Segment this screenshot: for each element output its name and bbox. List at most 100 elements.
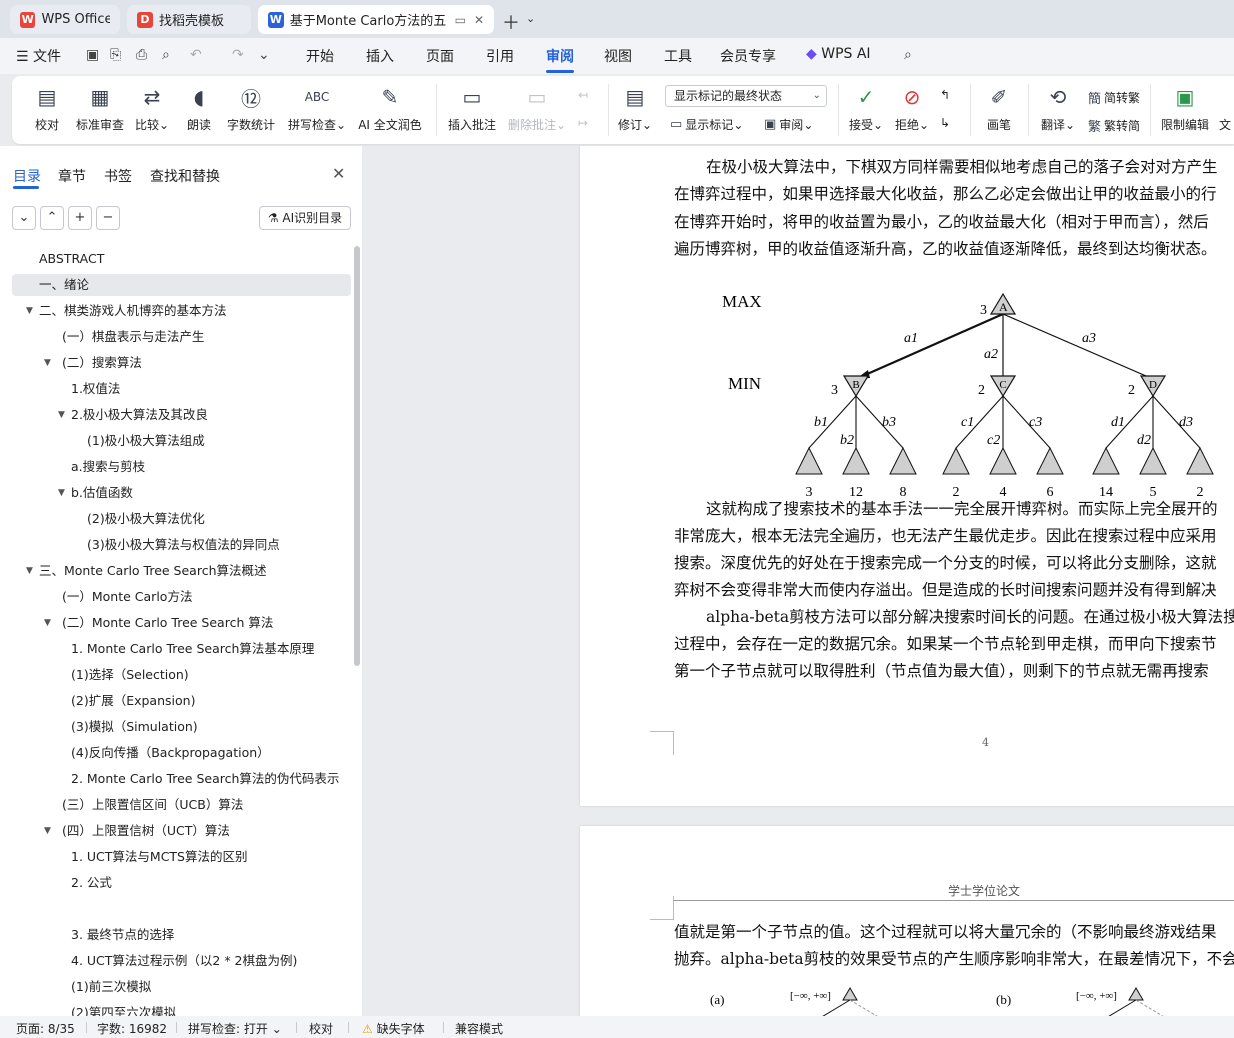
collapse-up-icon[interactable]: ⌃: [40, 206, 64, 230]
restrict-edit-button[interactable]: ▣ 限制编辑: [1160, 82, 1210, 133]
review-pane-button[interactable]: ▣ 审阅 ⌄: [764, 116, 813, 133]
menu-wps-ai[interactable]: ◆ WPS AI: [806, 46, 871, 62]
tab-bookmarks[interactable]: 书签: [104, 166, 132, 186]
to-simplified-button[interactable]: 繁繁转简: [1088, 116, 1140, 135]
remove-heading-icon[interactable]: −: [96, 206, 120, 230]
expand-arrow-icon[interactable]: ▼: [44, 820, 51, 842]
more-chevron-icon[interactable]: ⌄: [258, 47, 270, 63]
toc-item[interactable]: (3)极小极大算法与权值法的异同点: [87, 534, 280, 556]
next-comment-icon[interactable]: ↦: [578, 116, 588, 130]
std-review-button[interactable]: ▦ 标准审查: [74, 82, 126, 133]
translate-button[interactable]: ⟲ 翻译⌄: [1040, 82, 1076, 133]
toc-item[interactable]: (一）Monte Carlo方法: [62, 586, 192, 608]
redo-icon[interactable]: ↷: [232, 47, 244, 63]
previous-comment-icon[interactable]: ↤: [578, 88, 588, 102]
print-preview-icon[interactable]: ⌕: [162, 47, 170, 63]
previous-change-icon[interactable]: ↰: [940, 88, 950, 102]
toc-item[interactable]: (1)前三次模拟: [71, 976, 151, 998]
next-change-icon[interactable]: ↳: [940, 116, 950, 130]
toc-item[interactable]: (四）上限置信树（UCT）算法: [62, 820, 230, 842]
tab-template[interactable]: D 找稻壳模板: [127, 5, 251, 34]
tab-find-replace[interactable]: 查找和替换: [150, 166, 220, 186]
toc-item[interactable]: (二）Monte Carlo Tree Search 算法: [62, 612, 273, 634]
toc-item[interactable]: 2.极小极大算法及其改良: [71, 404, 208, 426]
expand-arrow-icon[interactable]: ▼: [58, 404, 65, 426]
markup-mode-select[interactable]: 显示标记的最终状态 ⌄: [665, 85, 827, 107]
tab-wps-office[interactable]: W WPS Office: [10, 5, 120, 34]
tab-sections[interactable]: 章节: [58, 166, 86, 186]
toc-item[interactable]: 二、棋类游戏人机博弈的基本方法: [39, 300, 227, 322]
document-page[interactable]: 行，而棋手为了使自己收益最大，必定会选择d列，最终评分为30，博弈达到均衡在极小…: [580, 146, 1234, 806]
monitor-icon[interactable]: ▭: [455, 13, 466, 27]
chevron-down-icon[interactable]: ⌄: [526, 12, 535, 25]
menu-insert[interactable]: 插入: [366, 46, 394, 66]
toc-item[interactable]: (3)模拟（Simulation): [71, 716, 198, 738]
menu-home[interactable]: 开始: [306, 46, 334, 66]
print-icon[interactable]: ⎙: [136, 47, 147, 63]
toc-item[interactable]: 一、绪论: [39, 274, 89, 296]
menu-member[interactable]: 会员专享: [720, 46, 776, 66]
spell-check-status[interactable]: 拼写检查: 打开 ⌄: [188, 1020, 282, 1037]
expand-arrow-icon[interactable]: ▼: [44, 612, 51, 634]
compare-button[interactable]: ⇄ 比较⌄: [134, 82, 170, 133]
toc-item[interactable]: (4)反向传播（Backpropagation）: [71, 742, 270, 764]
toc-item[interactable]: (一）棋盘表示与走法产生: [62, 326, 204, 348]
export-icon[interactable]: ⎘: [110, 47, 121, 63]
accept-button[interactable]: ✓ 接受⌄: [848, 82, 884, 133]
toc-scrollbar[interactable]: [354, 246, 360, 666]
missing-font-status[interactable]: ⚠ 缺失字体: [362, 1020, 425, 1037]
show-markup-button[interactable]: ▭ 显示标记 ⌄: [670, 116, 743, 133]
menu-review[interactable]: 审阅: [546, 46, 574, 66]
toc-item[interactable]: (二）搜索算法: [62, 352, 142, 374]
track-changes-button[interactable]: ▤ 修订⌄: [618, 82, 652, 133]
toc-item[interactable]: b.估值函数: [71, 482, 133, 504]
toc-item[interactable]: 3. 最终节点的选择: [71, 924, 174, 946]
tab-toc[interactable]: 目录: [13, 166, 41, 186]
ai-polish-button[interactable]: ✎ AI 全文润色: [356, 82, 424, 133]
toc-item[interactable]: 4. UCT算法过程示例（以2 * 2棋盘为例): [71, 950, 297, 972]
document-page[interactable]: 学士学位论文 值就是第一个子节点的值。这个过程就可以将大量冗余的（不影响最终游戏…: [580, 826, 1234, 1016]
insert-comment-button[interactable]: ▭ 插入批注: [448, 82, 496, 133]
document-area[interactable]: 行，而棋手为了使自己收益最大，必定会选择d列，最终评分为30，博弈达到均衡在极小…: [364, 146, 1234, 1016]
toc-item[interactable]: 1.权值法: [71, 378, 120, 400]
word-count-button[interactable]: ⑫ 字数统计: [226, 82, 276, 133]
new-tab-icon[interactable]: ＋: [502, 9, 520, 35]
toc-item[interactable]: 2. 公式: [71, 872, 112, 894]
menu-view[interactable]: 视图: [604, 46, 632, 66]
menu-page[interactable]: 页面: [426, 46, 454, 66]
to-traditional-button[interactable]: 簡简转繁: [1088, 88, 1140, 107]
close-icon[interactable]: ✕: [332, 164, 345, 183]
toc-item[interactable]: 三、Monte Carlo Tree Search算法概述: [39, 560, 267, 582]
search-icon[interactable]: ⌕: [904, 47, 912, 63]
toc-item[interactable]: (1)选择（Selection): [71, 664, 189, 686]
expand-arrow-icon[interactable]: ▼: [58, 482, 65, 504]
file-menu[interactable]: ☰ 文件: [16, 46, 61, 66]
close-icon[interactable]: ✕: [474, 13, 484, 27]
undo-icon[interactable]: ↶: [190, 47, 202, 63]
spell-check-button[interactable]: ABC 拼写检查⌄: [288, 82, 346, 133]
reject-button[interactable]: ⊘ 拒绝⌄: [894, 82, 930, 133]
proofread-button[interactable]: ▤ 校对: [32, 82, 62, 133]
document-more-button[interactable]: 文: [1218, 82, 1232, 133]
delete-comment-button[interactable]: ▭ 删除批注⌄: [508, 82, 566, 133]
toc-item[interactable]: (2)扩展（Expansion): [71, 690, 195, 712]
tab-document[interactable]: W 基于Monte Carlo方法的五子 ▭ ✕: [258, 5, 494, 34]
expand-arrow-icon[interactable]: ▼: [44, 352, 51, 374]
toc-item[interactable]: (三）上限置信区间（UCB）算法: [62, 794, 243, 816]
page-indicator[interactable]: 页面: 8/35: [16, 1020, 75, 1037]
ai-toc-button[interactable]: ⚗ AI识别目录: [259, 206, 351, 230]
menu-references[interactable]: 引用: [486, 46, 514, 66]
collapse-down-icon[interactable]: ⌄: [12, 206, 36, 230]
expand-arrow-icon[interactable]: ▼: [26, 300, 33, 322]
pen-button[interactable]: ✐ 画笔: [984, 82, 1014, 133]
expand-arrow-icon[interactable]: ▼: [26, 560, 33, 582]
read-aloud-button[interactable]: ◖ 朗读: [186, 82, 212, 133]
save-icon[interactable]: ▣: [86, 47, 99, 63]
add-heading-icon[interactable]: +: [68, 206, 92, 230]
word-count-indicator[interactable]: 字数: 16982: [97, 1020, 167, 1037]
proof-status[interactable]: 校对: [309, 1020, 333, 1037]
toc-item[interactable]: 1. UCT算法与MCTS算法的区别: [71, 846, 248, 868]
toc-item[interactable]: 2. Monte Carlo Tree Search算法的伪代码表示: [71, 768, 339, 790]
toc-item[interactable]: ABSTRACT: [39, 248, 104, 270]
toc-item[interactable]: a.搜索与剪枝: [71, 456, 145, 478]
